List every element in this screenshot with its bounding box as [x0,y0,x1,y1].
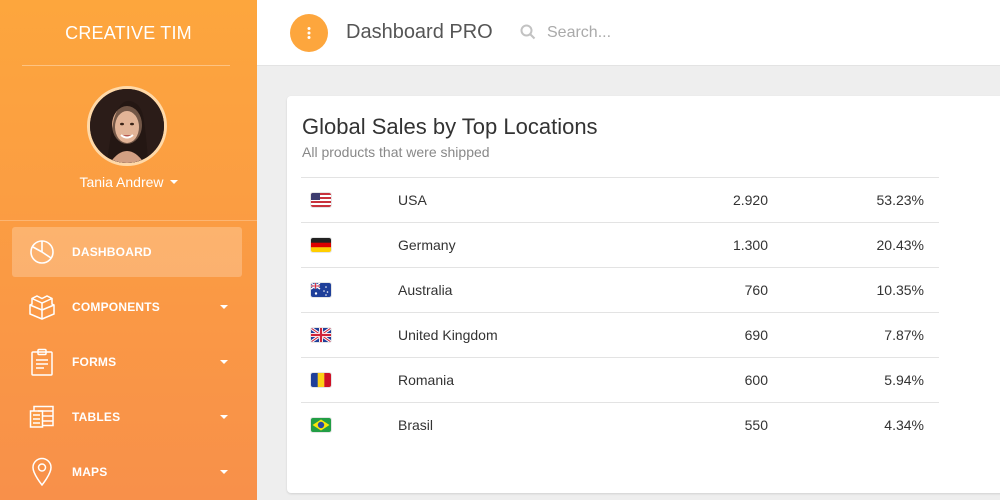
chevron-down-icon [220,470,228,474]
sidebar-item-dashboard[interactable]: DASHBOARD [12,227,242,277]
sales-table: USA 2.920 53.23% Germany 1.300 20.43% Au… [301,177,939,448]
sidebar-item-components[interactable]: COMPONENTS [12,282,242,332]
chevron-down-icon [220,305,228,309]
cubes-icon [28,293,56,321]
card-subtitle: All products that were shipped [302,144,490,160]
table-row: Germany 1.300 20.43% [301,222,939,268]
avatar-image [90,89,164,163]
de-flag-icon [311,238,331,252]
sidebar: CREATIVE TIM Tania Andrew DASHBOARD COMP… [0,0,257,500]
sales-value: 600 [744,372,768,388]
search-input[interactable] [547,20,747,46]
card-title: Global Sales by Top Locations [302,114,598,139]
sidebar-item-forms[interactable]: FORMS [12,337,242,387]
country-name: USA [398,192,427,208]
sidebar-item-label: FORMS [72,355,117,369]
table-row: Australia 760 10.35% [301,267,939,313]
chevron-down-icon [220,415,228,419]
sales-percent: 4.34% [884,417,924,434]
map-pin-icon [28,457,56,487]
user-name: Tania Andrew [79,174,164,190]
country-name: United Kingdom [398,327,498,343]
sidebar-item-label: DASHBOARD [72,245,152,259]
table-row: Romania 600 5.94% [301,357,939,403]
sales-card: Global Sales by Top Locations All produc… [287,96,1000,493]
chevron-down-icon [169,180,178,184]
avatar[interactable] [87,86,167,166]
page-title: Dashboard PRO [346,21,493,43]
table-row: United Kingdom 690 7.87% [301,312,939,358]
brand-logo[interactable]: CREATIVE TIM [0,0,257,66]
sidebar-item-label: TABLES [72,410,121,424]
user-menu-toggle[interactable]: Tania Andrew [0,174,257,190]
user-panel: Tania Andrew [0,66,257,221]
sales-percent: 10.35% [876,282,924,298]
sales-value: 2.920 [732,192,768,208]
sales-percent: 53.23% [876,192,924,208]
search-icon [520,24,536,45]
country-name: Romania [398,372,455,388]
country-name: Brasil [398,417,434,434]
sales-value: 690 [744,327,768,343]
sidebar-nav: DASHBOARD COMPONENTS FORMS TABLES MAPS [0,221,257,497]
sidebar-item-label: MAPS [72,465,108,479]
au-flag-icon [311,283,331,297]
br-flag-icon [311,418,331,433]
us-flag-icon [311,193,331,207]
chevron-down-icon [220,360,228,364]
sidebar-item-tables[interactable]: TABLES [12,392,242,442]
sidebar-item-label: COMPONENTS [72,300,161,314]
sales-value: 760 [744,282,768,298]
sidebar-toggle-button[interactable] [290,14,328,52]
table-row: USA 2.920 53.23% [301,177,939,223]
sales-value: 1.300 [732,237,768,253]
table-row: Brasil 550 4.34% [301,402,939,448]
sales-percent: 7.87% [884,327,924,343]
sales-value: 550 [744,417,768,434]
country-name: Australia [398,282,453,298]
sidebar-item-maps[interactable]: MAPS [12,447,242,497]
top-navbar: Dashboard PRO [257,0,1000,66]
table-icon [28,403,56,431]
gb-flag-icon [311,328,331,342]
more-vertical-icon [307,27,311,39]
sales-percent: 20.43% [876,237,924,253]
sales-percent: 5.94% [884,372,924,388]
pie-chart-icon [28,238,56,266]
clipboard-icon [28,348,56,376]
country-name: Germany [398,237,456,253]
ro-flag-icon [311,373,331,387]
